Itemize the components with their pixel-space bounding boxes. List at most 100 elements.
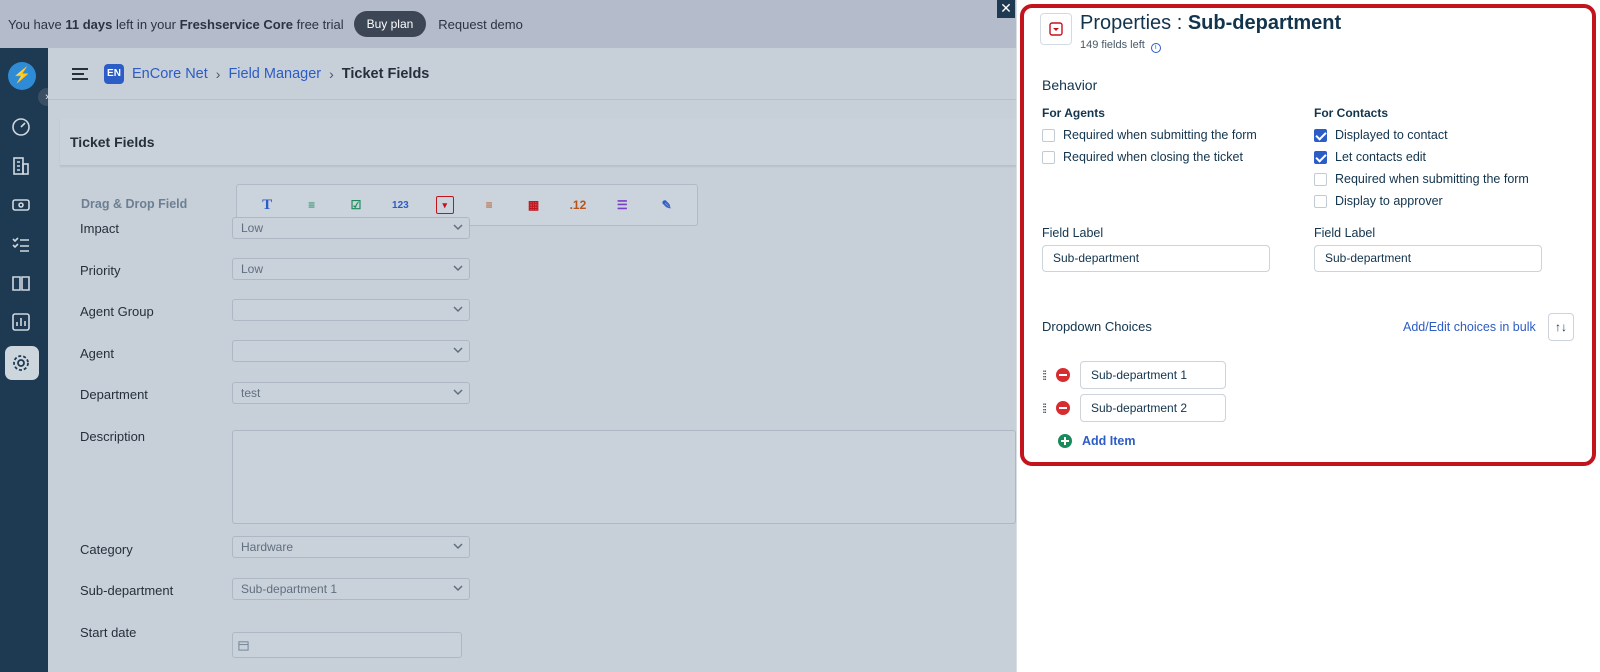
settings-gear-icon[interactable]: [10, 352, 32, 374]
priority-value: Low: [241, 262, 264, 276]
checkbox-label: Required when submitting the form: [1335, 172, 1529, 186]
category-label: Category: [80, 542, 133, 557]
let-contacts-edit-checkbox[interactable]: Let contacts edit: [1314, 150, 1426, 164]
sub-department-label: Sub-department: [80, 583, 174, 598]
display-to-approver-checkbox[interactable]: Display to approver: [1314, 194, 1443, 208]
department-value: test: [241, 386, 261, 400]
bulk-edit-choices-link[interactable]: Add/Edit choices in bulk: [1403, 320, 1536, 334]
drag-drop-label: Drag & Drop Field: [81, 197, 188, 211]
add-item-button[interactable]: Add Item: [1058, 434, 1135, 448]
agent-required-submit-checkbox[interactable]: Required when submitting the form: [1042, 128, 1257, 142]
date-field-tool[interactable]: ▦: [525, 196, 543, 214]
checkbox-unchecked[interactable]: [1042, 150, 1055, 164]
agent-group-dropdown[interactable]: [232, 299, 470, 321]
properties-field-name: Sub-department: [1187, 12, 1342, 34]
department-label: Department: [80, 387, 148, 402]
agent-group-label: Agent Group: [80, 304, 154, 319]
choice-row: ⁞⁞ Sub-department 2: [1042, 394, 1226, 422]
checkbox-unchecked[interactable]: [1042, 128, 1055, 142]
breadcrumb: EN EnCore Net › Field Manager › Ticket F…: [48, 48, 1016, 100]
fields-left-count: 149 fields left i: [1080, 39, 1161, 53]
behavior-heading: Behavior: [1042, 77, 1098, 93]
breadcrumb-field-manager-link[interactable]: Field Manager: [228, 66, 321, 82]
agent-dropdown[interactable]: [232, 340, 470, 362]
tasks-icon[interactable]: [10, 233, 32, 255]
remove-choice-icon[interactable]: [1056, 401, 1070, 415]
checkbox-unchecked[interactable]: [1314, 194, 1327, 208]
agent-required-closing-checkbox[interactable]: Required when closing the ticket: [1042, 150, 1243, 164]
sort-choices-button[interactable]: ↑↓: [1548, 313, 1574, 341]
chevron-down-icon: [453, 306, 463, 313]
drag-handle-icon[interactable]: ⁞⁞: [1042, 368, 1052, 383]
contact-field-label-heading: Field Label: [1314, 226, 1376, 240]
hamburger-menu-icon[interactable]: [72, 67, 88, 80]
request-demo-link[interactable]: Request demo: [438, 17, 523, 32]
sub-department-value: Sub-department 1: [241, 582, 338, 596]
dependent-field-tool[interactable]: ≡: [480, 196, 498, 214]
breadcrumb-separator: ›: [329, 65, 334, 82]
checkbox-label: Display to approver: [1335, 194, 1443, 208]
app-logo-icon[interactable]: ⚡: [8, 62, 36, 90]
knowledge-base-icon[interactable]: [10, 272, 32, 294]
choice-input[interactable]: Sub-department 2: [1080, 394, 1226, 422]
buy-plan-button[interactable]: Buy plan: [353, 11, 427, 37]
info-icon[interactable]: i: [1150, 43, 1161, 53]
dropdown-choices-heading: Dropdown Choices: [1042, 319, 1152, 334]
left-sidebar: ⚡ ›: [0, 48, 56, 672]
contact-required-submit-checkbox[interactable]: Required when submitting the form: [1314, 172, 1529, 186]
impact-dropdown[interactable]: Low: [232, 217, 470, 239]
dashboard-icon[interactable]: [10, 116, 32, 138]
chevron-down-icon: [453, 265, 463, 272]
main-content: EN EnCore Net › Field Manager › Ticket F…: [48, 48, 1030, 672]
checkbox-label: Let contacts edit: [1335, 150, 1427, 164]
impact-label: Impact: [80, 221, 120, 236]
page-title: Ticket Fields: [60, 118, 1030, 166]
calendar-icon: [238, 641, 249, 651]
dropdown-field-type-icon: [1040, 13, 1072, 45]
checkbox-checked[interactable]: [1314, 150, 1327, 164]
start-date-input[interactable]: [232, 632, 462, 658]
building-icon[interactable]: [10, 155, 32, 177]
content-field-tool[interactable]: ✎: [658, 196, 676, 214]
properties-title-prefix: Properties :: [1080, 12, 1188, 34]
breadcrumb-workspace-link[interactable]: EnCore Net: [132, 66, 208, 82]
close-panel-icon[interactable]: ✕: [997, 0, 1015, 18]
contact-field-label-input[interactable]: Sub-department: [1314, 245, 1542, 272]
choice-row: ⁞⁞ Sub-department 1: [1042, 361, 1226, 389]
ticket-icon[interactable]: [10, 194, 32, 216]
checkbox-field-tool[interactable]: ☑: [347, 196, 365, 214]
checkbox-unchecked[interactable]: [1314, 172, 1327, 186]
description-textarea[interactable]: [232, 430, 1016, 524]
checkbox-label: Required when submitting the form: [1063, 128, 1257, 142]
trial-text: You have 11 days left in your Freshservi…: [8, 16, 344, 32]
agent-label: Agent: [80, 346, 114, 361]
for-contacts-heading: For Contacts: [1314, 106, 1389, 120]
priority-dropdown[interactable]: Low: [232, 258, 470, 280]
impact-value: Low: [241, 221, 264, 235]
chevron-down-icon: [453, 347, 463, 354]
priority-label: Priority: [80, 263, 121, 278]
checkbox-label: Required when closing the ticket: [1063, 150, 1243, 164]
description-label: Description: [80, 429, 146, 444]
category-dropdown[interactable]: Hardware: [232, 536, 470, 558]
multiselect-field-tool[interactable]: ☰: [613, 196, 631, 214]
displayed-to-contact-checkbox[interactable]: Displayed to contact: [1314, 128, 1448, 142]
remove-choice-icon[interactable]: [1056, 368, 1070, 382]
chevron-down-icon: [453, 389, 463, 396]
add-item-label: Add Item: [1082, 434, 1136, 448]
paragraph-field-tool[interactable]: ≡: [303, 196, 321, 214]
chevron-down-icon: [453, 585, 463, 592]
agent-field-label-input[interactable]: Sub-department: [1042, 245, 1270, 272]
text-field-tool[interactable]: T: [258, 196, 276, 214]
dropdown-field-tool[interactable]: ▾: [435, 196, 454, 214]
reports-icon[interactable]: [10, 311, 32, 333]
number-field-tool[interactable]: 123: [391, 196, 409, 214]
decimal-field-tool[interactable]: .12: [569, 196, 587, 214]
sub-department-dropdown[interactable]: Sub-department 1: [232, 578, 470, 600]
chevron-down-icon: [453, 224, 463, 231]
choice-input[interactable]: Sub-department 1: [1080, 361, 1226, 389]
drag-handle-icon[interactable]: ⁞⁞: [1042, 401, 1052, 416]
checkbox-checked[interactable]: [1314, 128, 1327, 142]
start-date-label: Start date: [80, 625, 137, 640]
department-dropdown[interactable]: test: [232, 382, 470, 404]
